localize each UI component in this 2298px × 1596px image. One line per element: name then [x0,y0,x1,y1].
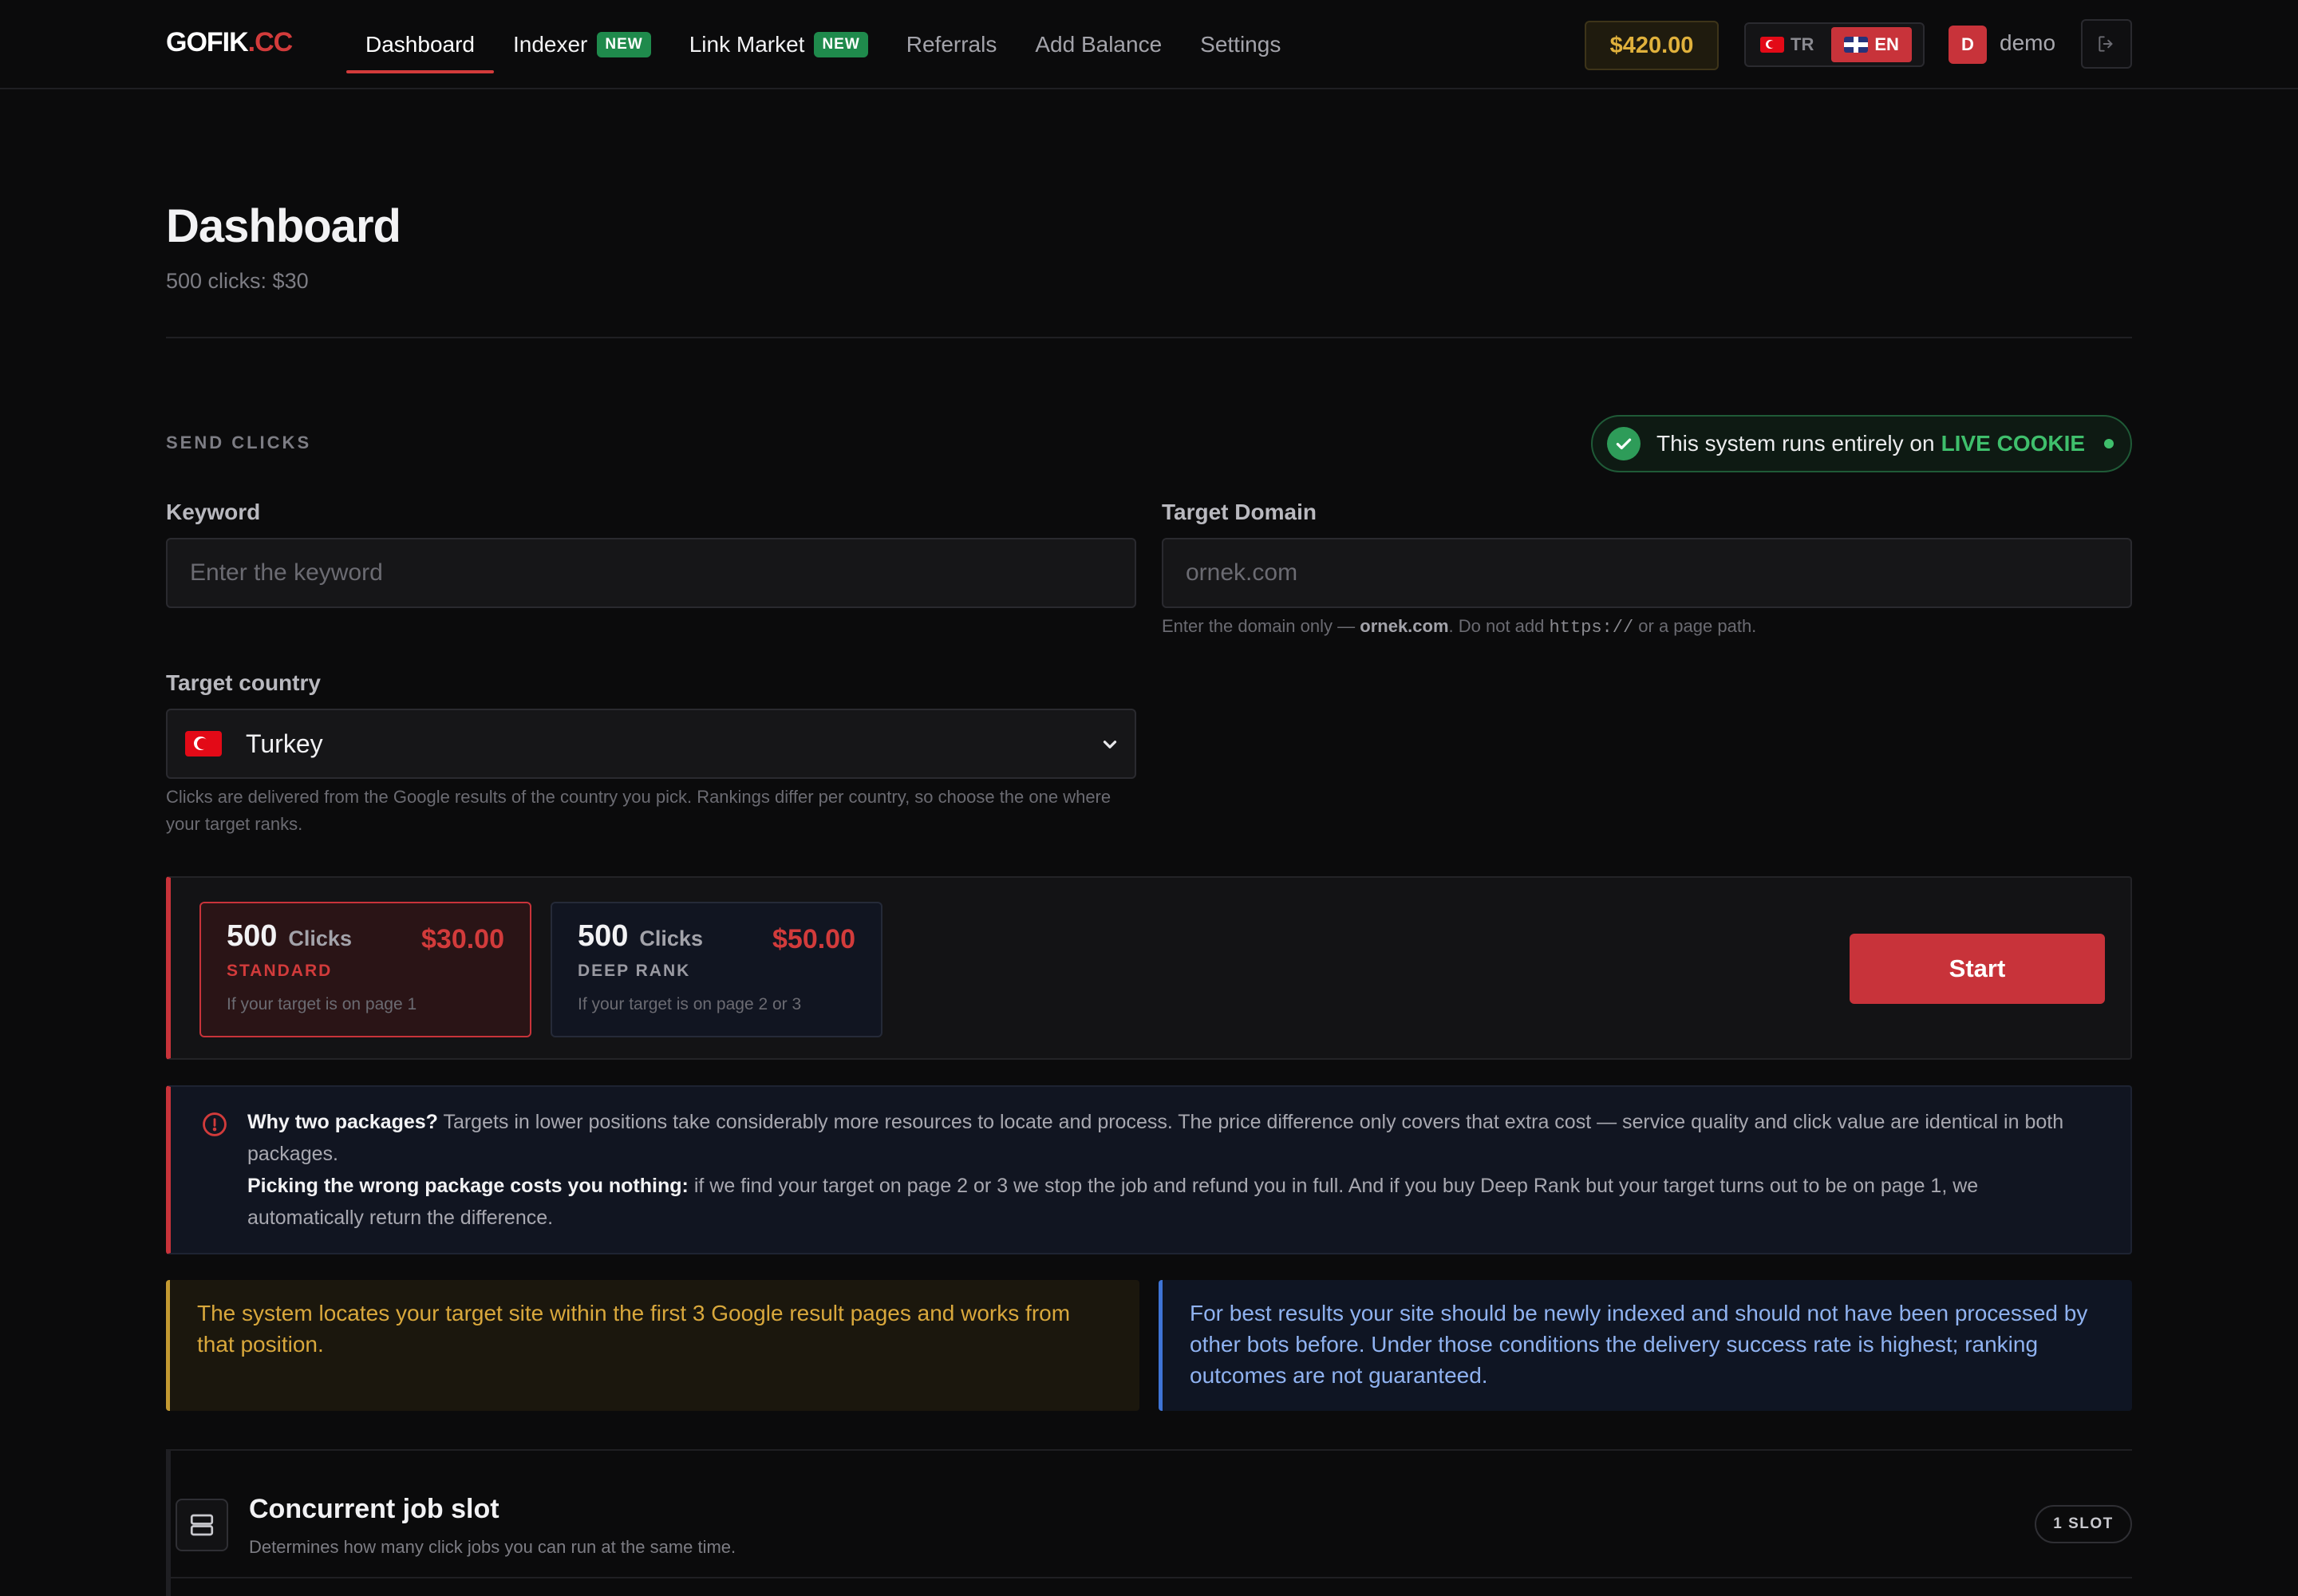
lang-en-label: EN [1874,34,1899,54]
nav-referrals[interactable]: Referrals [887,0,1017,89]
balance-display[interactable]: $420.00 [1585,21,1719,70]
nav-indexer-label: Indexer [512,32,588,57]
section-label-send-clicks: SEND CLICKS [166,433,312,452]
best-results-note: For best results your site should be new… [1159,1280,2132,1411]
brand-logo[interactable]: GOFIK.CC [166,27,294,58]
why-title: Why two packages? [247,1111,438,1133]
slot-description: Determines how many click jobs you can r… [249,1537,736,1557]
search-range-note: The system locates your target site with… [166,1280,1139,1411]
server-icon [176,1499,228,1551]
lang-option-tr[interactable]: TR [1749,27,1825,62]
keyword-label: Keyword [166,500,261,524]
domain-hint-prefix: Enter the domain only — [1162,616,1356,636]
nav-referrals-label: Referrals [906,32,997,57]
why-title-2: Picking the wrong package costs you noth… [247,1175,689,1197]
domain-hint-code: https:// [1549,618,1634,638]
main-nav: Dashboard Indexer NEW Link Market NEW Re… [346,0,1300,89]
slot-count-badge: 1 SLOT [2035,1505,2132,1543]
domain-hint-mid: . Do not add [1448,616,1545,636]
user-avatar[interactable]: D [1949,26,1987,64]
target-domain-hint: Enter the domain only — ornek.com. Do no… [1162,613,1756,642]
live-cookie-highlight: LIVE COOKIE [1941,431,2086,456]
target-country-label: Target country [166,670,321,695]
package-standard[interactable]: 500 Clicks $30.00 STANDARD If your target… [199,902,531,1037]
why-two-packages-note: Why two packages? Targets in lower posit… [166,1085,2132,1254]
target-country-select[interactable]: Turkey [166,709,1136,779]
nav-dashboard-label: Dashboard [365,32,475,57]
nav-dashboard[interactable]: Dashboard [346,0,494,89]
avatar-initial: D [1961,34,1974,54]
package-unit: Clicks [639,926,703,950]
package-description: If your target is on page 2 or 3 [578,995,802,1013]
live-cookie-text: This system runs entirely on LIVE COOKIE [1656,431,2085,456]
logout-button[interactable] [2081,19,2132,69]
logout-icon [2099,36,2113,52]
why-text: Why two packages? Targets in lower posit… [247,1106,2083,1234]
target-country-value: Turkey [246,729,323,758]
chevron-down-icon [1103,741,1117,749]
nav-add-balance[interactable]: Add Balance [1016,0,1181,89]
why-body: Targets in lower positions take consider… [247,1111,2064,1165]
nav-settings-label: Settings [1200,32,1281,57]
package-unit: Clicks [288,926,352,950]
target-country-hint: Clicks are delivered from the Google res… [166,787,1111,834]
nav-link-market[interactable]: Link Market NEW [670,0,887,89]
package-panel: 500 Clicks $30.00 STANDARD If your target… [166,876,2132,1060]
live-cookie-prefix: This system runs entirely on [1656,431,1935,456]
page-title: Dashboard [166,200,401,252]
slot-divider [171,1577,2132,1578]
slot-title: Concurrent job slot [249,1494,499,1524]
new-badge: NEW [814,32,868,57]
brand-suffix: .CC [247,27,294,57]
package-price: $50.00 [772,924,855,954]
nav-settings[interactable]: Settings [1181,0,1300,89]
header-divider [166,337,2132,338]
package-count: 500 [578,919,629,953]
username[interactable]: demo [2000,30,2055,56]
new-badge: NEW [597,32,651,57]
turkey-flag-icon [1760,37,1784,53]
nav-add-balance-label: Add Balance [1035,32,1163,57]
package-tier: DEEP RANK [578,962,691,980]
keyword-input[interactable] [166,538,1136,608]
lang-option-en[interactable]: EN [1831,27,1912,62]
target-domain-label: Target Domain [1162,500,1317,524]
page-subtitle: 500 clicks: $30 [166,269,309,293]
live-status-dot [2104,439,2114,448]
uk-flag-icon [1844,37,1869,53]
top-navbar: GOFIK.CC Dashboard Indexer NEW Link Mark… [0,0,2298,89]
package-count: 500 [227,919,278,953]
package-deep-rank[interactable]: 500 Clicks $50.00 DEEP RANK If your targe… [551,902,882,1037]
start-button[interactable]: Start [1850,934,2105,1004]
package-description: If your target is on page 1 [227,995,417,1013]
check-icon [1607,427,1641,460]
domain-hint-example: ornek.com [1360,616,1449,636]
info-icon [203,1112,227,1136]
nav-link-market-label: Link Market [689,32,805,57]
nav-indexer[interactable]: Indexer NEW [494,0,670,89]
package-tier: STANDARD [227,962,333,980]
brand-name: GOFIK [166,27,249,57]
target-domain-input[interactable] [1162,538,2132,608]
package-price: $30.00 [421,924,504,954]
lang-tr-label: TR [1791,34,1814,54]
language-switcher: TR EN [1744,22,1925,67]
turkey-flag-icon [185,731,222,757]
balance-amount: $420.00 [1609,32,1694,58]
live-cookie-badge: This system runs entirely on LIVE COOKIE [1591,415,2132,472]
domain-hint-suffix: or a page path. [1638,616,1757,636]
concurrent-slot-panel: Concurrent job slot Determines how many … [166,1449,2132,1596]
